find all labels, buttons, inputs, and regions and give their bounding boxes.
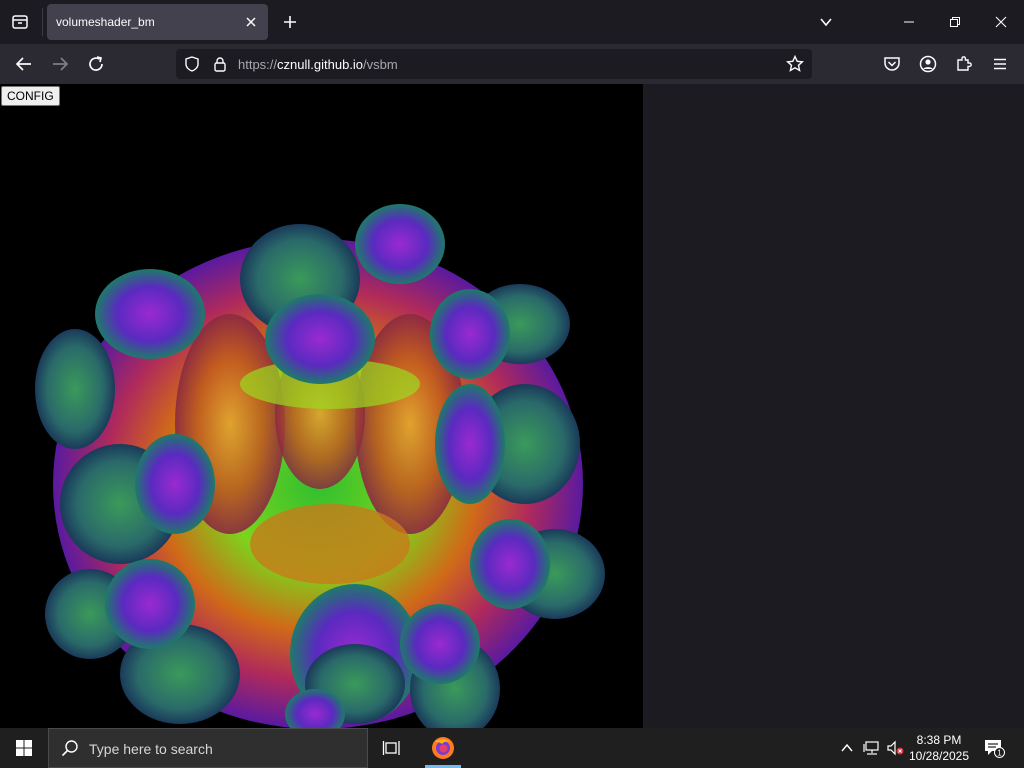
network-button[interactable]: [860, 728, 884, 768]
tab-title: volumeshader_bm: [56, 15, 155, 29]
volume-muted-icon: [887, 740, 904, 756]
chevron-up-icon: [841, 743, 853, 752]
search-icon: [61, 740, 78, 757]
tab-strip: volumeshader_bm: [0, 0, 1024, 44]
task-view-button[interactable]: [378, 736, 406, 760]
windows-logo-icon: [16, 740, 32, 756]
restore-button[interactable]: [932, 0, 978, 44]
notification-count: 1: [997, 749, 1002, 758]
firefox-icon: [432, 737, 454, 759]
lock-icon[interactable]: [212, 56, 228, 72]
close-icon: [995, 16, 1007, 28]
account-icon: [919, 55, 937, 73]
pocket-button[interactable]: [878, 50, 906, 78]
tab-list-icon: [12, 15, 28, 29]
volume-button[interactable]: [884, 728, 906, 768]
puzzle-icon: [957, 56, 972, 71]
chevron-down-icon: [820, 18, 832, 27]
account-button[interactable]: [914, 50, 942, 78]
extensions-button[interactable]: [950, 50, 978, 78]
clock-time: 8:38 PM: [916, 733, 962, 747]
restore-icon: [950, 17, 960, 27]
close-icon: [246, 17, 256, 27]
shield-icon[interactable]: [184, 56, 200, 72]
app-menu-button[interactable]: [986, 50, 1014, 78]
url-path: /vsbm: [363, 57, 398, 72]
tab-separator: [42, 8, 43, 36]
plus-icon: [284, 16, 296, 28]
close-tab-button[interactable]: [242, 13, 260, 31]
task-view-icon: [382, 741, 400, 755]
forward-arrow-icon: [53, 57, 69, 71]
back-arrow-icon: [15, 57, 31, 71]
notification-button[interactable]: 1: [978, 728, 1010, 768]
tab-volumeshader[interactable]: volumeshader_bm: [47, 4, 268, 40]
pocket-icon: [884, 57, 900, 71]
url-scheme: https://: [238, 57, 278, 72]
all-tabs-button[interactable]: [8, 10, 32, 34]
tray-overflow-button[interactable]: [836, 728, 858, 768]
web-content: CONFIG: [0, 84, 1024, 728]
notification-icon: 1: [985, 740, 1005, 758]
fractal-render: [35, 204, 605, 728]
taskbar-search[interactable]: Type here to search: [48, 728, 368, 768]
minimize-icon: [904, 21, 914, 23]
firefox-taskbar-button[interactable]: [423, 728, 463, 768]
list-all-tabs-button[interactable]: [815, 11, 837, 33]
close-window-button[interactable]: [978, 0, 1024, 44]
reload-icon: [89, 56, 103, 71]
url-text[interactable]: https://cznull.github.io/vsbm: [238, 57, 398, 72]
reload-button[interactable]: [82, 50, 110, 78]
url-bar[interactable]: https://cznull.github.io/vsbm: [176, 49, 812, 79]
new-tab-button[interactable]: [279, 11, 301, 33]
url-host: cznull.github.io: [277, 57, 364, 72]
hamburger-icon: [994, 58, 1006, 70]
start-button[interactable]: [0, 728, 48, 768]
config-button[interactable]: CONFIG: [1, 86, 60, 106]
star-icon[interactable]: [786, 55, 804, 73]
system-clock[interactable]: 8:38 PM 10/28/2025: [905, 732, 973, 764]
render-canvas[interactable]: CONFIG: [0, 84, 643, 728]
forward-button[interactable]: [46, 50, 74, 78]
navigation-toolbar: https://cznull.github.io/vsbm: [0, 44, 1024, 84]
minimize-button[interactable]: [886, 0, 932, 44]
network-icon: [863, 741, 879, 755]
clock-date: 10/28/2025: [908, 749, 970, 763]
back-button[interactable]: [10, 50, 38, 78]
search-placeholder: Type here to search: [89, 741, 213, 757]
taskbar: Type here to search 8:38 PM 10/28/2025 1: [0, 728, 1024, 768]
